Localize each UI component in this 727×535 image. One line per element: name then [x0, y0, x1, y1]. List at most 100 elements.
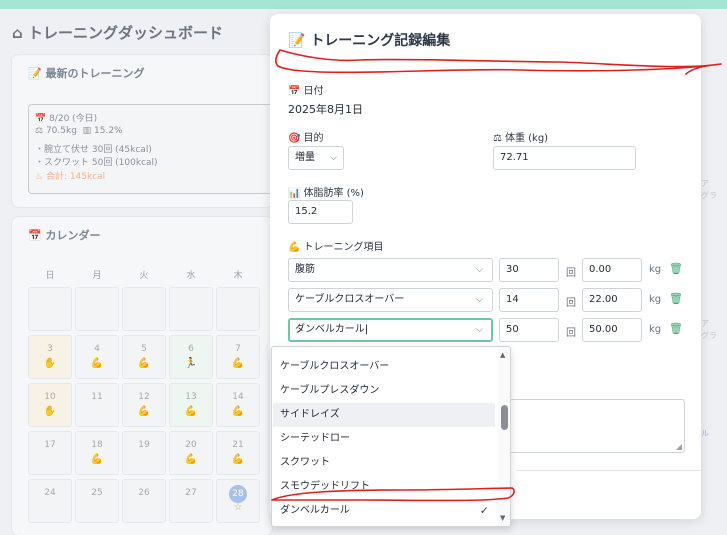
trash-icon[interactable]: 🗑 — [669, 262, 683, 275]
dashboard-title: ⌂ トレーニングダッシュボード — [12, 24, 223, 42]
weight-unit: kg — [649, 324, 662, 335]
dropdown-option[interactable]: シーテッドロー — [273, 427, 495, 451]
calendar-day[interactable]: 5 💪 — [122, 335, 166, 379]
calendar-day[interactable]: 4 💪 — [75, 335, 119, 379]
calendar-weekday: 月 — [92, 271, 102, 281]
weight-input[interactable]: 72.71 — [493, 146, 636, 170]
calendar-day[interactable]: 26 — [122, 479, 166, 523]
chevron-down-icon: ⌵ — [476, 325, 483, 335]
calendar-icon: 📅 — [35, 114, 50, 124]
reps-input[interactable]: 14 — [499, 288, 559, 312]
recent-stats: ⚖ 70.5kg ▥ 15.2% — [35, 126, 123, 136]
bodyfat-label: 📊 体脂肪率 (%) — [288, 188, 364, 199]
memo-icon: 📝 — [288, 33, 311, 49]
exercise-select[interactable]: 腹筋 ⌵ — [288, 258, 493, 282]
calendar-day-number: 12 — [138, 392, 150, 402]
calendar-day-number: 27 — [185, 488, 197, 498]
weight-amount-input[interactable]: 22.00 — [582, 288, 642, 312]
calendar-day-number: 5 — [141, 344, 147, 354]
calendar-heading: 📅 カレンダー — [28, 229, 101, 242]
calendar-day-number: 11 — [91, 392, 103, 402]
chevron-down-icon: ⌵ — [330, 153, 337, 163]
recent-item: ・スクワット 50回 (100kcal) — [35, 158, 158, 168]
background-side-text: ア — [701, 319, 709, 328]
calendar-day-number: 18 — [91, 440, 103, 450]
calendar-day[interactable]: 21 💪 — [216, 431, 260, 475]
recent-item: ・腕立て伏せ 30回 (45kcal) — [35, 145, 152, 155]
chevron-down-icon: ⌵ — [476, 265, 483, 275]
modal-footer-divider — [516, 470, 701, 471]
calendar-day[interactable] — [75, 287, 119, 331]
exercise-select[interactable]: ケーブルクロスオーバー ⌵ — [288, 288, 493, 312]
dropdown-option[interactable]: スモウデッドリフト — [273, 475, 495, 499]
goal-select[interactable]: 増量 ⌵ — [288, 146, 344, 170]
dropdown-option[interactable]: スクワット — [273, 451, 495, 475]
weight-amount-input[interactable]: 50.00 — [582, 318, 642, 342]
scroll-down-arrow-icon[interactable]: ▼ — [500, 514, 505, 522]
recent-training-heading: 📝 最新のトレーニング — [28, 67, 145, 80]
calendar-day[interactable] — [216, 287, 260, 331]
calendar-day-today[interactable]: 28 ☆ — [216, 479, 260, 523]
recent-total: ♨ 合計: 145kcal — [35, 172, 106, 182]
calendar-weekday: 水 — [186, 271, 196, 281]
background-side-text: ア — [701, 179, 709, 188]
calendar-weekday: 木 — [233, 271, 243, 281]
exercise-dropdown-list[interactable]: ケーブルクロスオーバー ケーブルプレスダウン サイドレイズ シーテッドロー スク… — [271, 346, 511, 527]
chevron-down-icon: ⌵ — [476, 295, 483, 305]
calendar-day-number: 13 — [185, 392, 197, 402]
resize-handle-icon[interactable]: ◢ — [676, 442, 682, 451]
calendar-activity-icon: 💪 — [231, 406, 245, 417]
calendar-day[interactable] — [122, 287, 166, 331]
calendar-day[interactable]: 7 💪 — [216, 335, 260, 379]
calendar-day[interactable]: 13 💪 — [169, 383, 213, 427]
calendar-day[interactable]: 14 💪 — [216, 383, 260, 427]
calendar-day[interactable]: 11 — [75, 383, 119, 427]
calendar-day[interactable]: 3 ✋ — [28, 335, 72, 379]
calendar-day[interactable]: 18 💪 — [75, 431, 119, 475]
dropdown-option[interactable]: ケーブルプレスダウン — [273, 379, 495, 403]
reps-input[interactable]: 30 — [499, 258, 559, 282]
calendar-day[interactable]: 19 — [122, 431, 166, 475]
reps-input[interactable]: 50 — [499, 318, 559, 342]
modal-title: 📝 トレーニング記録編集 — [288, 33, 451, 49]
bodyfat-input[interactable]: 15.2 — [288, 200, 353, 224]
calendar-icon: 📅 — [288, 86, 301, 97]
calendar-day[interactable]: 10 ✋ — [28, 383, 72, 427]
calendar-day[interactable] — [169, 287, 213, 331]
calendar-day[interactable]: 20 💪 — [169, 431, 213, 475]
scroll-up-arrow-icon[interactable]: ▲ — [500, 351, 505, 359]
reps-unit: 回 — [566, 268, 576, 279]
calendar-activity-icon: ✋ — [43, 406, 57, 417]
calendar-activity-icon: 🏃 — [184, 358, 198, 369]
dropdown-scrollbar[interactable] — [498, 347, 510, 526]
weight-amount-input[interactable]: 0.00 — [582, 258, 642, 282]
trash-icon[interactable]: 🗑 — [669, 322, 683, 335]
recent-date: 📅 8/20 (今日) — [35, 114, 98, 124]
calendar-day[interactable]: 12 💪 — [122, 383, 166, 427]
recent-training-entry[interactable]: 📅 8/20 (今日) ⚖ 70.5kg ▥ 15.2% ・腕立て伏せ 30回 … — [28, 104, 276, 194]
exercise-select-active[interactable]: ダンベルカール| ⌵ — [288, 318, 493, 342]
fire-icon: ♨ — [35, 172, 46, 182]
date-value: 2025年8月1日 — [288, 103, 363, 116]
checkmark-icon: ✓ — [479, 504, 489, 517]
reps-unit: 回 — [566, 298, 576, 309]
calendar-day[interactable]: 27 — [169, 479, 213, 523]
calendar-day-number: 28 — [229, 485, 247, 503]
dropdown-option-highlighted[interactable]: サイドレイズ — [273, 403, 495, 427]
memo-icon: 📝 — [28, 67, 46, 80]
calendar-day[interactable]: 17 — [28, 431, 72, 475]
calendar-day[interactable]: 6 🏃 — [169, 335, 213, 379]
calendar-day-number: 19 — [138, 440, 150, 450]
text-cursor: | — [364, 324, 369, 335]
calendar-activity-icon: 💪 — [137, 406, 151, 417]
trash-icon[interactable]: 🗑 — [669, 292, 683, 305]
dropdown-option[interactable]: ケーブルクロスオーバー — [273, 355, 495, 379]
dropdown-option-selected[interactable]: ダンベルカール ✓ — [273, 499, 495, 523]
calendar-day-number: 25 — [91, 488, 103, 498]
calendar-day[interactable]: 25 — [75, 479, 119, 523]
background-side-text: ル — [701, 429, 709, 438]
scrollbar-thumb[interactable] — [501, 405, 508, 430]
calendar-day[interactable]: 24 — [28, 479, 72, 523]
calendar-day[interactable] — [28, 287, 72, 331]
calendar-day-number: 24 — [44, 488, 56, 498]
